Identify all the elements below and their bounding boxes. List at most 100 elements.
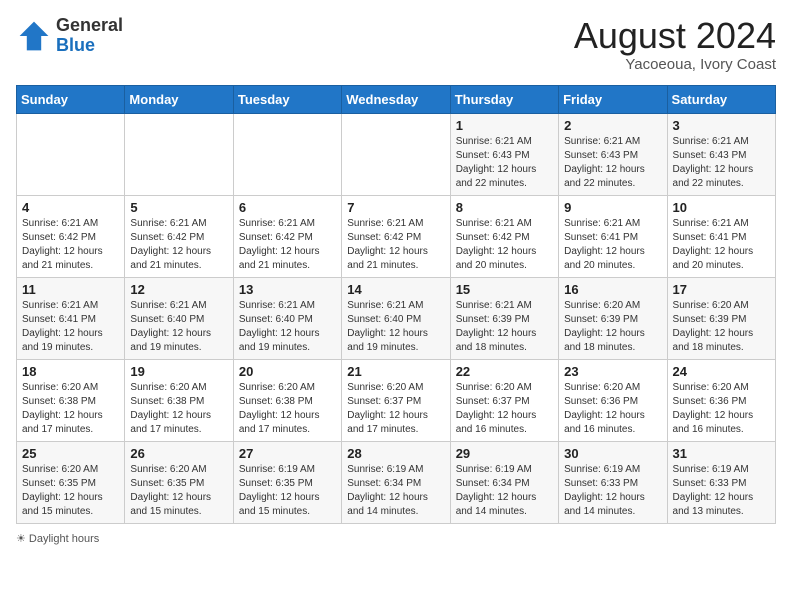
day-cell: 4Sunrise: 6:21 AM Sunset: 6:42 PM Daylig… xyxy=(17,195,125,277)
day-cell: 20Sunrise: 6:20 AM Sunset: 6:38 PM Dayli… xyxy=(233,359,341,441)
month-year: August 2024 xyxy=(574,16,776,56)
day-number: 16 xyxy=(564,282,661,297)
day-info: Sunrise: 6:20 AM Sunset: 6:35 PM Dayligh… xyxy=(130,463,227,519)
day-cell xyxy=(17,113,125,195)
day-number: 11 xyxy=(22,282,119,297)
day-cell: 19Sunrise: 6:20 AM Sunset: 6:38 PM Dayli… xyxy=(125,359,233,441)
logo: General Blue xyxy=(16,16,123,56)
day-number: 24 xyxy=(673,364,770,379)
day-number: 10 xyxy=(673,200,770,215)
day-cell: 29Sunrise: 6:19 AM Sunset: 6:34 PM Dayli… xyxy=(450,441,558,523)
day-info: Sunrise: 6:20 AM Sunset: 6:36 PM Dayligh… xyxy=(673,381,770,437)
header-cell-saturday: Saturday xyxy=(667,85,775,113)
header-cell-tuesday: Tuesday xyxy=(233,85,341,113)
day-number: 7 xyxy=(347,200,444,215)
header-cell-sunday: Sunday xyxy=(17,85,125,113)
day-info: Sunrise: 6:20 AM Sunset: 6:35 PM Dayligh… xyxy=(22,463,119,519)
day-number: 26 xyxy=(130,446,227,461)
day-cell: 5Sunrise: 6:21 AM Sunset: 6:42 PM Daylig… xyxy=(125,195,233,277)
day-info: Sunrise: 6:21 AM Sunset: 6:40 PM Dayligh… xyxy=(239,299,336,355)
page-header: General Blue August 2024 Yacoeoua, Ivory… xyxy=(16,16,776,73)
calendar-body: 1 Sunrise: 6:21 AM Sunset: 6:43 PM Daylig… xyxy=(17,113,776,523)
day-cell: 30 Sunrise: 6:19 AM Sunset: 6:33 PM Dayli… xyxy=(559,441,667,523)
title-block: August 2024 Yacoeoua, Ivory Coast xyxy=(574,16,776,73)
day-info: Sunrise: 6:20 AM Sunset: 6:36 PM Dayligh… xyxy=(564,381,661,437)
day-info: Sunrise: 6:21 AM Sunset: 6:40 PM Dayligh… xyxy=(130,299,227,355)
day-cell: 17Sunrise: 6:20 AM Sunset: 6:39 PM Dayli… xyxy=(667,277,775,359)
day-cell: 22Sunrise: 6:20 AM Sunset: 6:37 PM Dayli… xyxy=(450,359,558,441)
day-number: 21 xyxy=(347,364,444,379)
day-cell: 24 Sunrise: 6:20 AM Sunset: 6:36 PM Dayli… xyxy=(667,359,775,441)
day-number: 14 xyxy=(347,282,444,297)
day-number: 9 xyxy=(564,200,661,215)
day-number: 12 xyxy=(130,282,227,297)
day-cell: 23 Sunrise: 6:20 AM Sunset: 6:36 PM Dayli… xyxy=(559,359,667,441)
day-info: Sunrise: 6:20 AM Sunset: 6:39 PM Dayligh… xyxy=(673,299,770,355)
day-info: Sunrise: 6:21 AM Sunset: 6:41 PM Dayligh… xyxy=(673,217,770,273)
day-cell: 10 Sunrise: 6:21 AM Sunset: 6:41 PM Dayli… xyxy=(667,195,775,277)
logo-general: General xyxy=(56,15,123,35)
header-cell-monday: Monday xyxy=(125,85,233,113)
day-info: Sunrise: 6:21 AM Sunset: 6:42 PM Dayligh… xyxy=(347,217,444,273)
day-cell: 9 Sunrise: 6:21 AM Sunset: 6:41 PM Daylig… xyxy=(559,195,667,277)
day-number: 23 xyxy=(564,364,661,379)
logo-blue: Blue xyxy=(56,35,95,55)
day-number: 22 xyxy=(456,364,553,379)
day-number: 6 xyxy=(239,200,336,215)
day-cell: 25 Sunrise: 6:20 AM Sunset: 6:35 PM Dayli… xyxy=(17,441,125,523)
day-cell: 12 Sunrise: 6:21 AM Sunset: 6:40 PM Dayli… xyxy=(125,277,233,359)
header-cell-friday: Friday xyxy=(559,85,667,113)
legend-label: Daylight hours xyxy=(29,533,99,545)
week-row-1: 1 Sunrise: 6:21 AM Sunset: 6:43 PM Daylig… xyxy=(17,113,776,195)
day-info: Sunrise: 6:21 AM Sunset: 6:42 PM Dayligh… xyxy=(456,217,553,273)
day-info: Sunrise: 6:19 AM Sunset: 6:33 PM Dayligh… xyxy=(564,463,661,519)
day-cell: 31Sunrise: 6:19 AM Sunset: 6:33 PM Dayli… xyxy=(667,441,775,523)
day-number: 15 xyxy=(456,282,553,297)
day-cell: 21 Sunrise: 6:20 AM Sunset: 6:37 PM Dayli… xyxy=(342,359,450,441)
day-cell: 8Sunrise: 6:21 AM Sunset: 6:42 PM Daylig… xyxy=(450,195,558,277)
day-info: Sunrise: 6:19 AM Sunset: 6:33 PM Dayligh… xyxy=(673,463,770,519)
week-row-5: 25 Sunrise: 6:20 AM Sunset: 6:35 PM Dayli… xyxy=(17,441,776,523)
day-number: 28 xyxy=(347,446,444,461)
day-number: 30 xyxy=(564,446,661,461)
day-info: Sunrise: 6:19 AM Sunset: 6:34 PM Dayligh… xyxy=(347,463,444,519)
day-cell xyxy=(125,113,233,195)
day-number: 19 xyxy=(130,364,227,379)
day-info: Sunrise: 6:20 AM Sunset: 6:38 PM Dayligh… xyxy=(22,381,119,437)
day-cell: 1 Sunrise: 6:21 AM Sunset: 6:43 PM Daylig… xyxy=(450,113,558,195)
day-info: Sunrise: 6:21 AM Sunset: 6:39 PM Dayligh… xyxy=(456,299,553,355)
day-cell xyxy=(342,113,450,195)
week-row-2: 4Sunrise: 6:21 AM Sunset: 6:42 PM Daylig… xyxy=(17,195,776,277)
day-number: 3 xyxy=(673,118,770,133)
day-number: 13 xyxy=(239,282,336,297)
day-number: 25 xyxy=(22,446,119,461)
day-cell: 27Sunrise: 6:19 AM Sunset: 6:35 PM Dayli… xyxy=(233,441,341,523)
day-info: Sunrise: 6:21 AM Sunset: 6:42 PM Dayligh… xyxy=(239,217,336,273)
day-number: 18 xyxy=(22,364,119,379)
day-cell: 6 Sunrise: 6:21 AM Sunset: 6:42 PM Daylig… xyxy=(233,195,341,277)
day-cell: 2Sunrise: 6:21 AM Sunset: 6:43 PM Daylig… xyxy=(559,113,667,195)
day-cell: 13 Sunrise: 6:21 AM Sunset: 6:40 PM Dayli… xyxy=(233,277,341,359)
day-cell xyxy=(233,113,341,195)
day-cell: 16Sunrise: 6:20 AM Sunset: 6:39 PM Dayli… xyxy=(559,277,667,359)
day-cell: 3 Sunrise: 6:21 AM Sunset: 6:43 PM Daylig… xyxy=(667,113,775,195)
day-cell: 11 Sunrise: 6:21 AM Sunset: 6:41 PM Dayli… xyxy=(17,277,125,359)
day-info: Sunrise: 6:21 AM Sunset: 6:43 PM Dayligh… xyxy=(456,135,553,191)
calendar-header: SundayMondayTuesdayWednesdayThursdayFrid… xyxy=(17,85,776,113)
day-info: Sunrise: 6:21 AM Sunset: 6:41 PM Dayligh… xyxy=(22,299,119,355)
day-info: Sunrise: 6:19 AM Sunset: 6:35 PM Dayligh… xyxy=(239,463,336,519)
logo-text: General Blue xyxy=(56,16,123,56)
header-row: SundayMondayTuesdayWednesdayThursdayFrid… xyxy=(17,85,776,113)
day-info: Sunrise: 6:21 AM Sunset: 6:42 PM Dayligh… xyxy=(22,217,119,273)
calendar-table: SundayMondayTuesdayWednesdayThursdayFrid… xyxy=(16,85,776,524)
day-cell: 26 Sunrise: 6:20 AM Sunset: 6:35 PM Dayli… xyxy=(125,441,233,523)
day-info: Sunrise: 6:21 AM Sunset: 6:40 PM Dayligh… xyxy=(347,299,444,355)
day-number: 20 xyxy=(239,364,336,379)
day-number: 1 xyxy=(456,118,553,133)
logo-icon xyxy=(16,18,52,54)
day-info: Sunrise: 6:20 AM Sunset: 6:37 PM Dayligh… xyxy=(347,381,444,437)
day-info: Sunrise: 6:21 AM Sunset: 6:43 PM Dayligh… xyxy=(673,135,770,191)
day-info: Sunrise: 6:21 AM Sunset: 6:41 PM Dayligh… xyxy=(564,217,661,273)
location: Yacoeoua, Ivory Coast xyxy=(574,56,776,73)
day-cell: 7 Sunrise: 6:21 AM Sunset: 6:42 PM Daylig… xyxy=(342,195,450,277)
